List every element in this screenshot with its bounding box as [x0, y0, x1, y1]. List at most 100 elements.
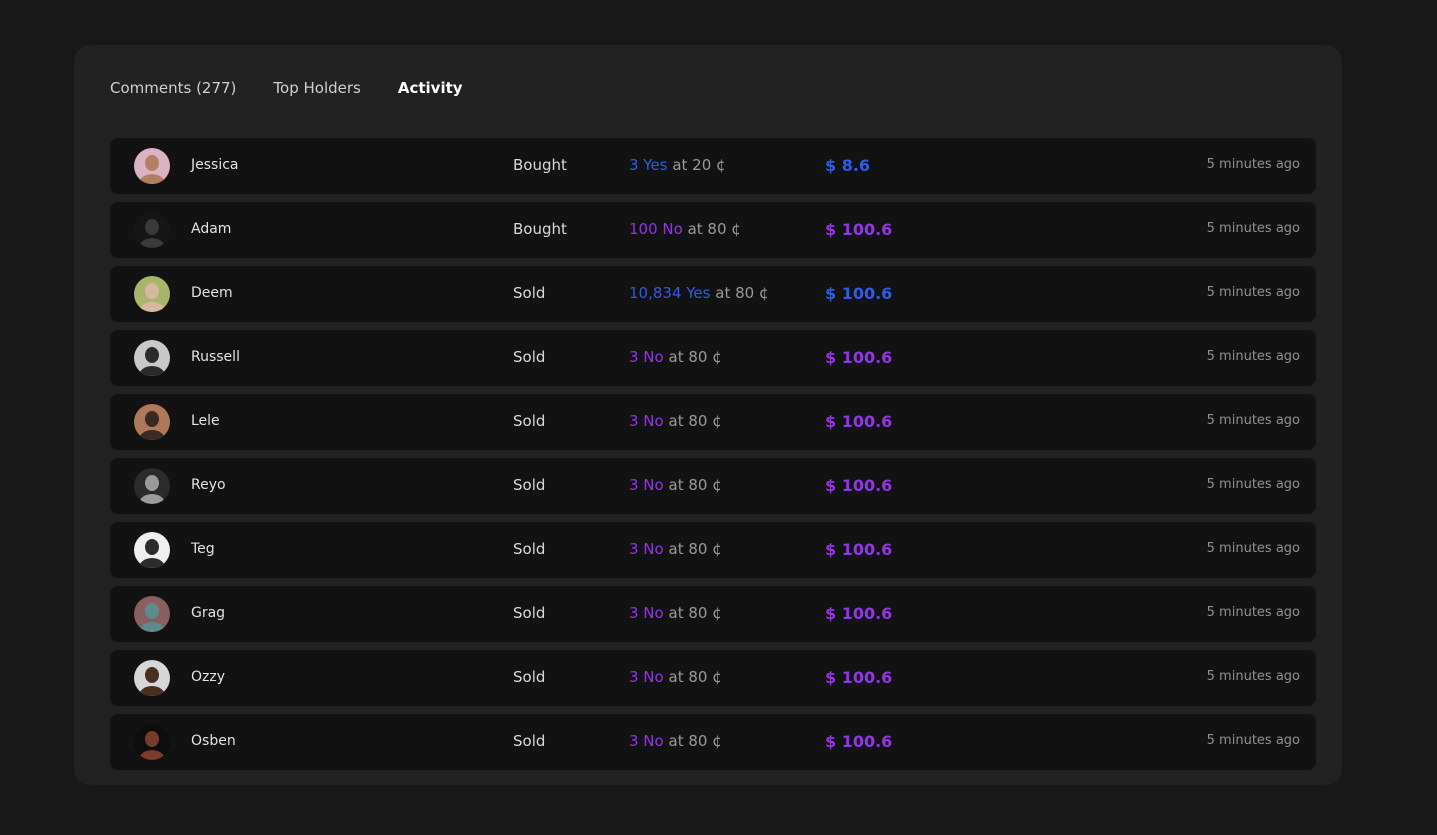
- trade-price: at 80 ¢: [715, 284, 769, 302]
- trade-price: at 20 ¢: [672, 156, 726, 174]
- trade-quantity: 3 Yes: [629, 156, 668, 174]
- trade-quantity: 3 No: [629, 348, 664, 366]
- trade-quantity: 3 No: [629, 604, 664, 622]
- trade-detail: 3 No at 80 ¢: [629, 540, 722, 558]
- timestamp: 5 minutes ago: [1206, 157, 1300, 172]
- activity-row: Osben Sold 3 No at 80 ¢ $ 100.6 5 minute…: [110, 714, 1316, 770]
- avatar[interactable]: [134, 212, 170, 248]
- user-name[interactable]: Teg: [191, 541, 215, 557]
- user-name[interactable]: Lele: [191, 413, 220, 429]
- avatar-lele-icon: [134, 404, 170, 440]
- trade-amount: $ 100.6: [825, 348, 893, 367]
- activity-row: Adam Bought 100 No at 80 ¢ $ 100.6 5 min…: [110, 202, 1316, 258]
- timestamp: 5 minutes ago: [1206, 541, 1300, 556]
- trade-amount: $ 100.6: [825, 604, 893, 623]
- user-name[interactable]: Osben: [191, 733, 236, 749]
- activity-row: Ozzy Sold 3 No at 80 ¢ $ 100.6 5 minutes…: [110, 650, 1316, 706]
- avatar[interactable]: [134, 340, 170, 376]
- trade-price: at 80 ¢: [668, 668, 722, 686]
- trade-quantity: 3 No: [629, 412, 664, 430]
- timestamp: 5 minutes ago: [1206, 349, 1300, 364]
- timestamp: 5 minutes ago: [1206, 477, 1300, 492]
- trade-detail: 3 No at 80 ¢: [629, 412, 722, 430]
- trade-quantity: 3 No: [629, 476, 664, 494]
- tab-comments[interactable]: Comments (277): [110, 79, 236, 97]
- activity-row: Deem Sold 10,834 Yes at 80 ¢ $ 100.6 5 m…: [110, 266, 1316, 322]
- trade-action: Sold: [513, 284, 546, 302]
- trade-price: at 80 ¢: [668, 348, 722, 366]
- trade-action: Sold: [513, 348, 546, 366]
- timestamp: 5 minutes ago: [1206, 285, 1300, 300]
- trade-detail: 3 No at 80 ¢: [629, 348, 722, 366]
- trade-action: Bought: [513, 156, 567, 174]
- user-name[interactable]: Reyo: [191, 477, 226, 493]
- activity-row: Lele Sold 3 No at 80 ¢ $ 100.6 5 minutes…: [110, 394, 1316, 450]
- trade-price: at 80 ¢: [687, 220, 741, 238]
- avatar-adam-icon: [134, 212, 170, 248]
- timestamp: 5 minutes ago: [1206, 669, 1300, 684]
- trade-detail: 100 No at 80 ¢: [629, 220, 741, 238]
- user-name[interactable]: Deem: [191, 285, 233, 301]
- trade-action: Sold: [513, 668, 546, 686]
- activity-row: Jessica Bought 3 Yes at 20 ¢ $ 8.6 5 min…: [110, 138, 1316, 194]
- avatar[interactable]: [134, 404, 170, 440]
- user-name[interactable]: Russell: [191, 349, 240, 365]
- trade-detail: 10,834 Yes at 80 ¢: [629, 284, 769, 302]
- user-name[interactable]: Grag: [191, 605, 225, 621]
- avatar-ozzy-icon: [134, 660, 170, 696]
- trade-amount: $ 100.6: [825, 540, 893, 559]
- timestamp: 5 minutes ago: [1206, 605, 1300, 620]
- activity-row: Teg Sold 3 No at 80 ¢ $ 100.6 5 minutes …: [110, 522, 1316, 578]
- trade-quantity: 10,834 Yes: [629, 284, 711, 302]
- trade-amount: $ 100.6: [825, 284, 893, 303]
- user-name[interactable]: Ozzy: [191, 669, 225, 685]
- trade-action: Sold: [513, 412, 546, 430]
- avatar[interactable]: [134, 532, 170, 568]
- trade-action: Bought: [513, 220, 567, 238]
- trade-amount: $ 100.6: [825, 668, 893, 687]
- avatar[interactable]: [134, 468, 170, 504]
- avatar[interactable]: [134, 148, 170, 184]
- user-name[interactable]: Adam: [191, 221, 231, 237]
- avatar-deem-icon: [134, 276, 170, 312]
- trade-amount: $ 8.6: [825, 156, 871, 175]
- trade-price: at 80 ¢: [668, 604, 722, 622]
- trade-detail: 3 No at 80 ¢: [629, 668, 722, 686]
- trade-action: Sold: [513, 540, 546, 558]
- activity-list: Jessica Bought 3 Yes at 20 ¢ $ 8.6 5 min…: [110, 138, 1316, 778]
- trade-price: at 80 ¢: [668, 476, 722, 494]
- trade-price: at 80 ¢: [668, 412, 722, 430]
- timestamp: 5 minutes ago: [1206, 413, 1300, 428]
- avatar-reyo-icon: [134, 468, 170, 504]
- trade-quantity: 3 No: [629, 540, 664, 558]
- trade-price: at 80 ¢: [668, 540, 722, 558]
- trade-amount: $ 100.6: [825, 412, 893, 431]
- trade-price: at 80 ¢: [668, 732, 722, 750]
- trade-amount: $ 100.6: [825, 732, 893, 751]
- activity-row: Grag Sold 3 No at 80 ¢ $ 100.6 5 minutes…: [110, 586, 1316, 642]
- trade-detail: 3 No at 80 ¢: [629, 732, 722, 750]
- trade-action: Sold: [513, 604, 546, 622]
- avatar[interactable]: [134, 660, 170, 696]
- avatar-grag-icon: [134, 596, 170, 632]
- avatar-teg-icon: [134, 532, 170, 568]
- timestamp: 5 minutes ago: [1206, 221, 1300, 236]
- activity-row: Russell Sold 3 No at 80 ¢ $ 100.6 5 minu…: [110, 330, 1316, 386]
- avatar[interactable]: [134, 596, 170, 632]
- tab-activity[interactable]: Activity: [398, 79, 463, 97]
- trade-amount: $ 100.6: [825, 476, 893, 495]
- trade-detail: 3 No at 80 ¢: [629, 476, 722, 494]
- activity-row: Reyo Sold 3 No at 80 ¢ $ 100.6 5 minutes…: [110, 458, 1316, 514]
- avatar[interactable]: [134, 724, 170, 760]
- timestamp: 5 minutes ago: [1206, 733, 1300, 748]
- trade-action: Sold: [513, 732, 546, 750]
- user-name[interactable]: Jessica: [191, 157, 239, 173]
- trade-detail: 3 Yes at 20 ¢: [629, 156, 726, 174]
- trade-action: Sold: [513, 476, 546, 494]
- avatar-osben-icon: [134, 724, 170, 760]
- tab-top-holders[interactable]: Top Holders: [273, 79, 360, 97]
- avatar[interactable]: [134, 276, 170, 312]
- trade-quantity: 3 No: [629, 668, 664, 686]
- trade-quantity: 3 No: [629, 732, 664, 750]
- avatar-russell-icon: [134, 340, 170, 376]
